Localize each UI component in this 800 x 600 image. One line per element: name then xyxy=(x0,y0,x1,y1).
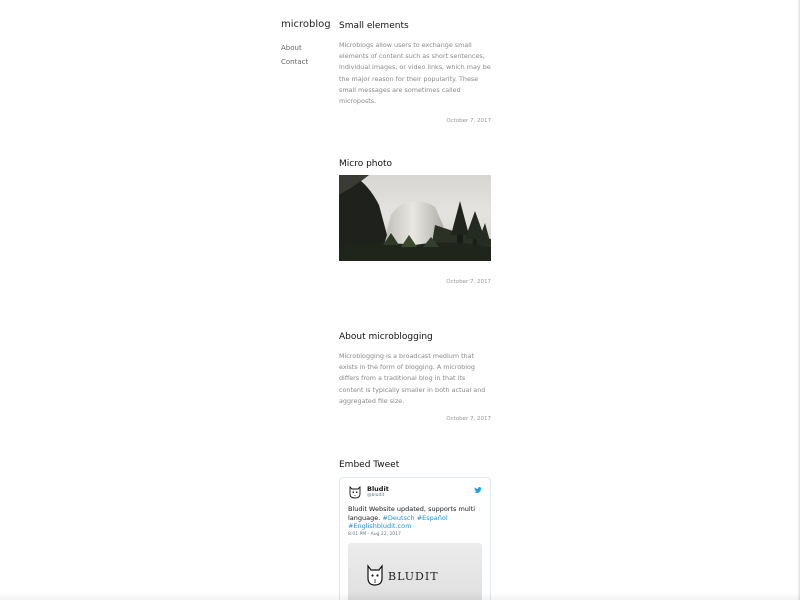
hashtag-link[interactable]: #Deutsch xyxy=(382,514,414,522)
twitter-bird-icon[interactable] xyxy=(474,486,482,494)
page: microblog About Contact Small elements M… xyxy=(0,0,800,600)
post-title[interactable]: About microblogging xyxy=(339,331,491,343)
post-title[interactable]: Embed Tweet xyxy=(339,459,491,471)
post-date: October 7, 2017 xyxy=(446,279,491,285)
nav-link-about[interactable]: About xyxy=(281,41,308,55)
post-body: Microblogs allow users to exchange small… xyxy=(339,41,491,106)
post-title[interactable]: Small elements xyxy=(339,20,491,32)
tweet-card-brand: BLUDIT xyxy=(388,570,439,583)
bludit-avatar-icon[interactable] xyxy=(348,485,362,499)
post-about-microblogging: About microblogging Microblogging is a b… xyxy=(339,331,491,422)
post-title[interactable]: Micro photo xyxy=(339,158,491,170)
embedded-tweet[interactable]: Bludit @bludit Bludit Website updated, s… xyxy=(339,477,491,600)
post-date: October 7, 2017 xyxy=(446,118,491,125)
mountain-photo-image xyxy=(339,175,491,261)
hashtag-link[interactable]: #Englishbludit.com xyxy=(348,522,411,530)
hashtag-link[interactable]: #Español xyxy=(417,514,448,522)
post-small-elements: Small elements Microblogs allow users to… xyxy=(339,20,491,124)
tweet-author-handle[interactable]: @bludit xyxy=(367,493,384,498)
bludit-logo-icon xyxy=(367,564,383,586)
tweet-text: Bludit Website updated, supports multi l… xyxy=(348,505,482,531)
post-embed-tweet: Embed Tweet Bludit @bludit Bludit Websit… xyxy=(339,459,491,600)
bottom-fade xyxy=(0,592,800,600)
post-micro-photo: Micro photo October 7, 2017 xyxy=(339,158,491,285)
post-photo xyxy=(339,175,491,261)
post-body: Microblogging is a broadcast medium that… xyxy=(339,352,486,405)
tweet-timestamp[interactable]: 8:01 PM - Aug 22, 2017 xyxy=(348,532,401,537)
post-date: October 7, 2017 xyxy=(446,416,491,423)
site-title-link[interactable]: microblog xyxy=(281,19,331,30)
nav-link-contact[interactable]: Contact xyxy=(281,55,308,69)
site-nav: About Contact xyxy=(281,41,308,69)
tweet-author-name[interactable]: Bludit xyxy=(367,485,389,493)
